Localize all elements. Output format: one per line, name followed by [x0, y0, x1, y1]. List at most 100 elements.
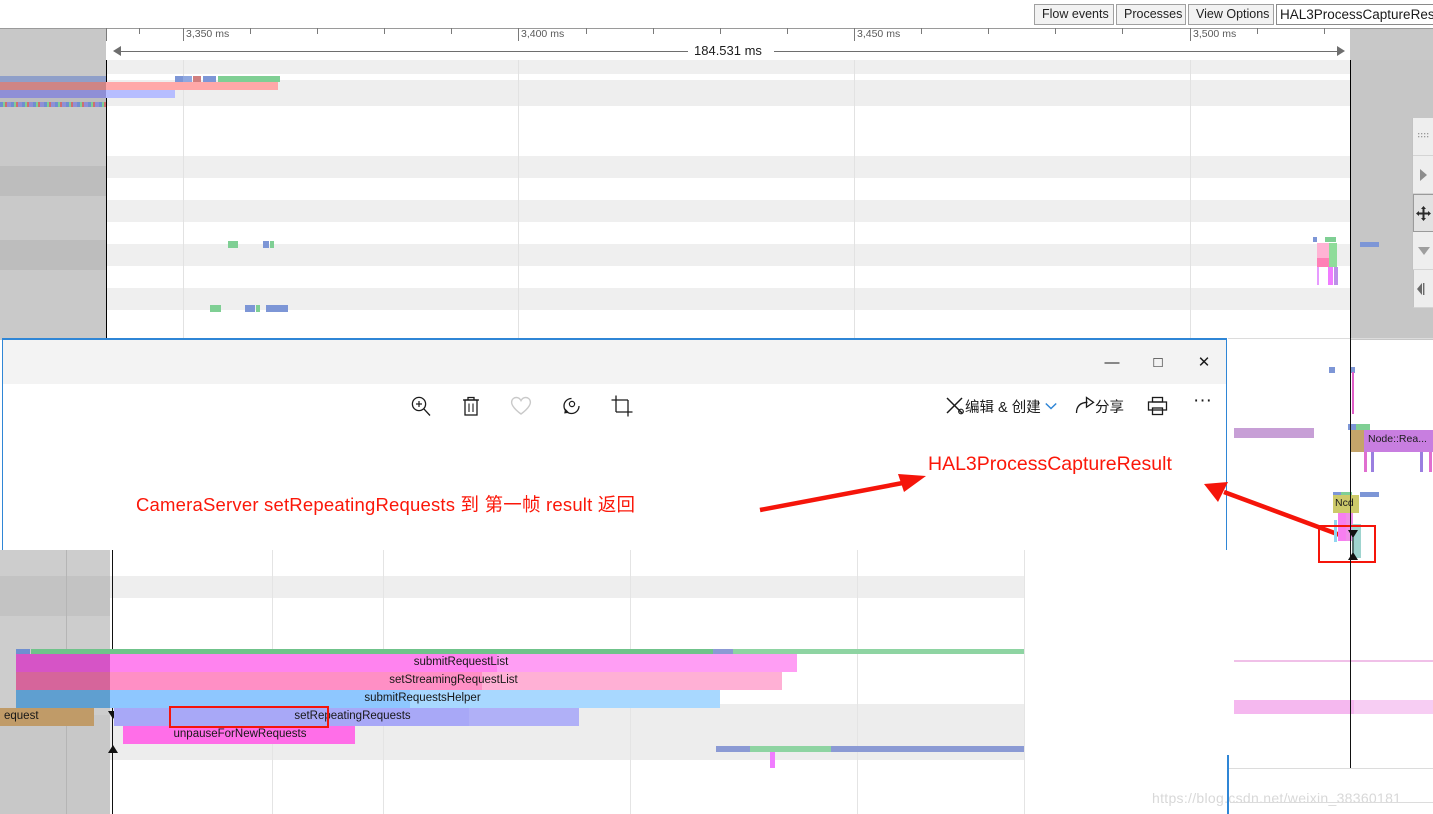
- ruler-label: 3,350 ms: [186, 28, 230, 40]
- ruler-tick: [106, 28, 107, 41]
- arrow-left-button[interactable]: [1413, 270, 1433, 308]
- trace-detail-panel[interactable]: submitRequestList setStreamingRequestLis…: [0, 550, 1227, 814]
- trace-slice[interactable]: [1328, 267, 1333, 285]
- track-header[interactable]: [0, 106, 106, 166]
- trace-slice[interactable]: [106, 82, 278, 90]
- slice-label: setStreamingRequestList: [389, 674, 518, 686]
- edit-create-label[interactable]: 编辑 & 创建: [965, 396, 1041, 417]
- track-header[interactable]: [0, 166, 106, 196]
- grid-line: [518, 60, 519, 340]
- trace-slice[interactable]: [1317, 267, 1319, 285]
- trace-slice[interactable]: [1325, 237, 1336, 242]
- arrow-down-button[interactable]: [1413, 232, 1433, 270]
- trace-slice[interactable]: [1352, 372, 1354, 414]
- move-tool-button[interactable]: [1413, 194, 1433, 232]
- chevron-down-icon: [1417, 246, 1430, 255]
- favorite-heart-icon[interactable]: [503, 388, 539, 424]
- detail-track-header[interactable]: [0, 550, 110, 576]
- timeline-cursor[interactable]: [106, 60, 107, 340]
- rotate-icon[interactable]: [554, 388, 590, 424]
- delete-icon[interactable]: [453, 388, 489, 424]
- ruler-tick: [1257, 28, 1258, 34]
- print-icon[interactable]: [1139, 388, 1175, 424]
- trace-slice[interactable]: [245, 305, 255, 312]
- trace-slice[interactable]: [1371, 452, 1374, 472]
- flow-events-button[interactable]: Flow events: [1034, 4, 1114, 25]
- search-input[interactable]: HAL3ProcessCaptureResu: [1276, 4, 1433, 25]
- minimize-button[interactable]: —: [1089, 340, 1135, 384]
- trace-slice[interactable]: [1334, 267, 1338, 285]
- trace-slice[interactable]: [831, 746, 1024, 752]
- slice-label: submitRequestList: [413, 656, 509, 668]
- grip-handle-icon[interactable]: [1413, 118, 1433, 156]
- trace-slice[interactable]: [256, 305, 260, 312]
- detail-track-header[interactable]: [0, 576, 110, 616]
- trace-slice[interactable]: [1420, 452, 1423, 472]
- detail-track-header[interactable]: [0, 616, 110, 650]
- ruler-tick: [1122, 28, 1123, 34]
- trace-slice[interactable]: [106, 90, 175, 98]
- track-header[interactable]: [0, 196, 106, 240]
- right-cursor-line[interactable]: [1350, 338, 1352, 768]
- trace-slice[interactable]: [16, 690, 110, 708]
- processes-button[interactable]: Processes: [1116, 4, 1186, 25]
- watermark-underline: [1230, 802, 1433, 803]
- track-header[interactable]: [0, 240, 106, 270]
- share-label[interactable]: 分享: [1095, 396, 1124, 417]
- trace-slice[interactable]: [0, 90, 106, 98]
- crop-icon[interactable]: [604, 388, 640, 424]
- trace-slice[interactable]: [1234, 660, 1433, 662]
- track-row: [106, 200, 1350, 222]
- trace-slice[interactable]: [1329, 367, 1335, 373]
- timeline-ruler[interactable]: 3,350 ms 3,400 ms 3,450 ms 3,500 ms 184.…: [0, 28, 1433, 60]
- track-header[interactable]: [0, 270, 106, 340]
- trace-slice[interactable]: [1234, 700, 1354, 714]
- trace-slice[interactable]: [0, 82, 106, 90]
- window-edge-accent: [1227, 755, 1229, 814]
- trace-slice[interactable]: [750, 746, 831, 752]
- trace-slice[interactable]: [228, 241, 238, 248]
- trace-slice[interactable]: [1360, 242, 1379, 247]
- photo-toolbar[interactable]: 编辑 & 创建 分享 ···: [3, 384, 1226, 428]
- trace-slice[interactable]: [263, 241, 269, 248]
- arrow-right-button[interactable]: [1413, 156, 1433, 194]
- trace-slice[interactable]: [1329, 243, 1337, 267]
- side-toolstrip[interactable]: [1412, 118, 1433, 308]
- trace-slice[interactable]: [1429, 452, 1432, 472]
- timeline-cursor-right[interactable]: [1350, 60, 1351, 340]
- selection-span: 184.531 ms: [0, 43, 1433, 60]
- trace-slice[interactable]: [16, 672, 110, 690]
- detail-track-header[interactable]: [0, 715, 110, 814]
- trace-slice[interactable]: [1234, 428, 1314, 438]
- more-options-button[interactable]: ···: [1193, 390, 1212, 412]
- trace-slice[interactable]: [266, 305, 288, 312]
- window-title-bar[interactable]: — □ ✕: [3, 340, 1226, 384]
- trace-slice-cluster[interactable]: [0, 102, 106, 107]
- trace-slice[interactable]: [1317, 258, 1329, 267]
- ruler-label: 3,400 ms: [521, 28, 565, 40]
- trace-slice[interactable]: [1364, 452, 1367, 472]
- trace-slice[interactable]: [1354, 700, 1433, 714]
- trace-slice[interactable]: [16, 654, 110, 672]
- trace-slice[interactable]: [1313, 237, 1317, 242]
- timeline-tracks[interactable]: [0, 60, 1433, 414]
- zoom-in-icon[interactable]: [403, 388, 439, 424]
- trace-slice[interactable]: [1360, 492, 1379, 497]
- trace-slice[interactable]: [770, 752, 775, 768]
- trace-slice[interactable]: [1350, 430, 1364, 452]
- trace-slice[interactable]: [270, 241, 274, 248]
- view-options-button[interactable]: View Options: [1188, 4, 1274, 25]
- close-button[interactable]: ✕: [1181, 340, 1227, 384]
- slice-label: submitRequestsHelper: [364, 692, 481, 704]
- ruler-tick: [139, 28, 140, 34]
- ruler-tick: [384, 28, 385, 34]
- trace-slice[interactable]: [210, 305, 221, 312]
- trace-slice[interactable]: [716, 746, 750, 752]
- grid-line: [183, 60, 184, 340]
- span-line: [121, 51, 691, 52]
- ruler-tick: [988, 28, 989, 34]
- detail-grid-line: [1024, 550, 1025, 814]
- chevron-down-icon[interactable]: [1033, 388, 1069, 424]
- span-left-arrow-icon: [113, 46, 121, 56]
- maximize-button[interactable]: □: [1135, 340, 1181, 384]
